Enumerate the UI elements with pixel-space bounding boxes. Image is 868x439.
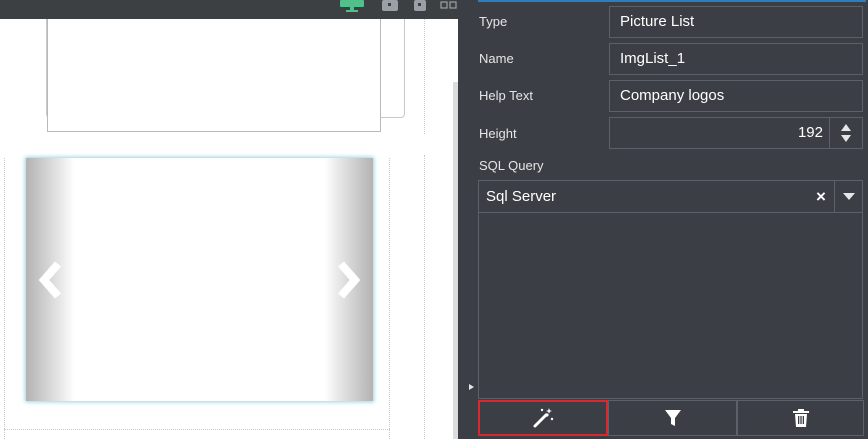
guide-line <box>424 19 425 134</box>
sql-provider-value: Sql Server <box>486 188 557 205</box>
caret-down-icon[interactable] <box>834 181 863 212</box>
height-spinner[interactable] <box>830 117 863 149</box>
guide-line <box>4 429 390 430</box>
guide-line <box>424 155 425 439</box>
component-card[interactable] <box>47 19 381 132</box>
grid-icon[interactable] <box>440 0 458 12</box>
tablet-icon[interactable] <box>380 0 400 12</box>
help-text-field[interactable]: Company logos <box>609 80 863 112</box>
chevron-left-icon[interactable] <box>36 260 66 300</box>
trash-icon <box>792 409 809 427</box>
sql-query-editor[interactable] <box>478 213 863 399</box>
type-label: Type <box>479 14 508 29</box>
name-field[interactable]: ImgList_1 <box>609 43 863 75</box>
chevron-right-icon[interactable] <box>333 260 363 300</box>
height-label: Height <box>479 126 517 141</box>
expand-panel-icon[interactable] <box>469 384 474 390</box>
magic-wand-icon <box>533 408 554 428</box>
help-text-label: Help Text <box>479 88 533 103</box>
query-builder-button[interactable] <box>478 400 608 436</box>
filter-button[interactable] <box>608 400 737 436</box>
picture-list-carousel[interactable] <box>26 158 373 401</box>
type-field[interactable]: Picture List <box>609 6 863 38</box>
properties-panel: Type Picture List Name ImgList_1 Help Te… <box>458 0 868 439</box>
design-canvas[interactable] <box>0 0 458 439</box>
guide-line <box>4 158 5 439</box>
height-field[interactable]: 192 <box>609 117 830 149</box>
desktop-icon[interactable] <box>338 0 367 14</box>
filter-icon <box>664 410 681 426</box>
panel-accent-bar <box>478 0 866 2</box>
sql-provider-select[interactable]: Sql Server × <box>478 180 863 213</box>
guide-line <box>389 158 390 439</box>
up-down-arrows-icon[interactable] <box>840 123 852 143</box>
device-toolbar <box>0 0 458 19</box>
phone-icon[interactable] <box>412 0 428 12</box>
name-label: Name <box>479 51 514 66</box>
sql-query-label: SQL Query <box>479 158 544 173</box>
delete-button[interactable] <box>737 400 864 436</box>
query-toolbar <box>478 400 865 439</box>
clear-x-icon[interactable]: × <box>810 181 832 212</box>
